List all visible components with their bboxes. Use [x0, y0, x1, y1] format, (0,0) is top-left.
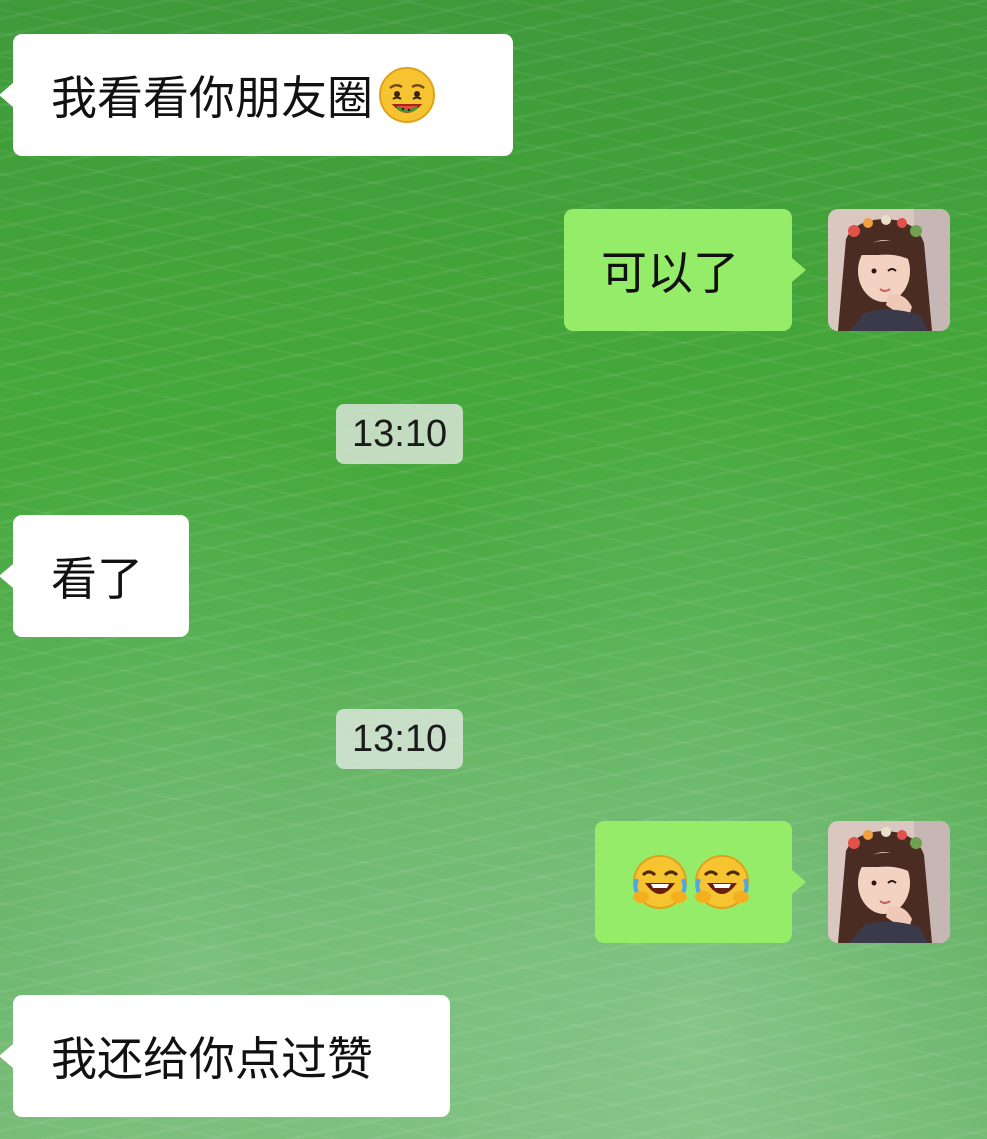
rolling-on-floor-laughing-icon: [631, 853, 689, 911]
message-bubble-outgoing[interactable]: 可以了: [564, 209, 806, 331]
message-text: 我还给你点过赞: [51, 1032, 373, 1086]
message-text: 看了: [51, 552, 143, 606]
user-avatar[interactable]: [828, 209, 950, 331]
message-bubble-outgoing[interactable]: [595, 821, 806, 943]
message-text: 我看看你朋友圈: [51, 71, 373, 125]
message-bubble-incoming[interactable]: 看了: [0, 515, 189, 637]
rolling-on-floor-laughing-icon: [693, 853, 751, 911]
message-bubble-incoming[interactable]: 我看看你朋友圈: [0, 34, 513, 156]
message-timestamp: 13:10: [336, 709, 464, 769]
message-text: 可以了: [601, 246, 739, 300]
drooling-face-icon: [377, 65, 437, 125]
message-timestamp: 13:10: [336, 404, 464, 464]
message-bubble-incoming[interactable]: 我还给你点过赞: [0, 995, 450, 1117]
user-avatar[interactable]: [828, 821, 950, 943]
